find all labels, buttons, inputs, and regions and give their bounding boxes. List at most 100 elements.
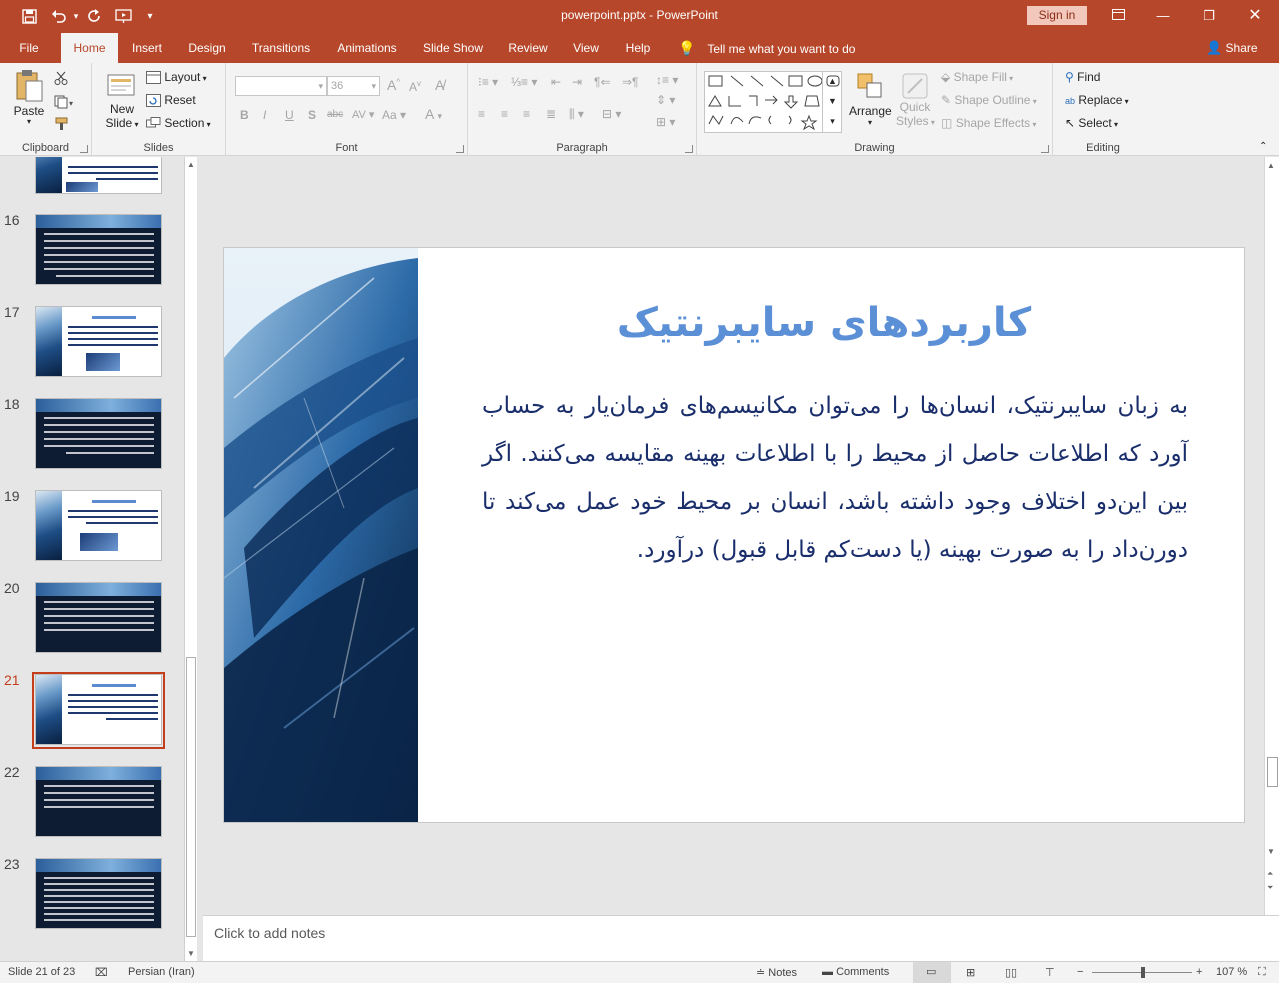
tab-animations[interactable]: Animations — [330, 33, 404, 63]
language-indicator[interactable]: Persian (Iran) — [128, 966, 195, 978]
underline-icon[interactable]: U — [285, 108, 294, 122]
minimize-icon[interactable]: — — [1153, 6, 1173, 26]
thumbnails-scrollbar[interactable]: ▲ ▼ — [184, 157, 197, 961]
scroll-down-icon[interactable]: ▼ — [187, 949, 195, 958]
scroll-up-icon[interactable]: ▲ — [187, 160, 195, 169]
text-shadow-icon[interactable]: S — [308, 108, 316, 122]
reading-view-icon[interactable]: ▯▯ — [1005, 966, 1017, 979]
font-name-combo[interactable]: ▾ — [235, 76, 327, 96]
paragraph-launcher-icon[interactable] — [685, 145, 693, 153]
zoom-level[interactable]: 107 % — [1216, 966, 1247, 978]
tab-file[interactable]: File — [8, 33, 50, 63]
slide-thumbnail[interactable] — [35, 398, 162, 469]
notes-toggle-button[interactable]: ≐ Notes — [756, 966, 797, 979]
tell-me-search[interactable]: 💡 Tell me what you want to do — [678, 33, 855, 63]
slide-thumbnail[interactable] — [35, 306, 162, 377]
decrease-indent-icon[interactable]: ⇤ — [551, 75, 561, 89]
slide-thumbnail[interactable] — [35, 582, 162, 653]
current-slide[interactable]: کاربردهای سایبرنتیک به زبان سایبرنتیک، ا… — [223, 247, 1245, 823]
left-to-right-icon[interactable]: ⇒¶ — [622, 75, 639, 89]
next-slide-icon[interactable]: ⏷ — [1267, 883, 1273, 893]
reset-button[interactable]: Reset — [146, 93, 196, 108]
increase-indent-icon[interactable]: ⇥ — [572, 75, 582, 89]
spell-check-icon[interactable]: ⌧ — [95, 966, 108, 979]
slide-thumbnail[interactable] — [35, 490, 162, 561]
convert-to-smartart-icon[interactable]: ⊞ ▾ — [656, 115, 675, 129]
shape-effects-button[interactable]: ◫ Shape Effects ▾ — [941, 116, 1036, 130]
font-color-icon[interactable]: A ▾ — [425, 106, 442, 122]
strikethrough-icon[interactable]: abc — [327, 109, 343, 120]
tab-design[interactable]: Design — [181, 33, 233, 63]
normal-view-button[interactable]: ▭ — [913, 962, 951, 983]
quick-styles-button[interactable]: Quick Styles ▾ — [896, 71, 935, 128]
bullets-icon[interactable]: ⁝≡ ▾ — [478, 75, 498, 89]
font-size-combo[interactable]: 36 ▾ — [327, 76, 380, 96]
character-spacing-icon[interactable]: AV ▾ — [352, 108, 374, 121]
shapes-more-icon[interactable]: ▲ ▼ ▾ — [822, 71, 842, 133]
zoom-in-icon[interactable]: + — [1196, 966, 1202, 978]
collapse-ribbon-icon[interactable]: ⌃ — [1259, 141, 1267, 152]
slide-title[interactable]: کاربردهای سایبرنتیک — [484, 300, 1164, 346]
slide-thumbnail[interactable] — [35, 214, 162, 285]
line-spacing-icon[interactable]: ↕≡ ▾ — [656, 73, 678, 87]
cut-icon[interactable] — [54, 71, 68, 88]
slide-show-view-icon[interactable]: ⊤ — [1045, 966, 1055, 979]
replace-button[interactable]: ab Replace ▾ — [1065, 93, 1129, 107]
align-right-icon[interactable]: ≡ — [523, 107, 530, 121]
bold-icon[interactable]: B — [240, 108, 249, 122]
right-to-left-icon[interactable]: ¶⇐ — [594, 75, 611, 89]
section-button[interactable]: Section ▾ — [146, 116, 211, 130]
tab-help[interactable]: Help — [619, 33, 657, 63]
close-icon[interactable]: ✕ — [1245, 6, 1265, 26]
scroll-down-icon[interactable]: ▼ — [1267, 847, 1275, 856]
text-direction-icon[interactable]: ⇕ ▾ — [656, 93, 675, 107]
copy-icon[interactable]: ▾ — [54, 95, 76, 112]
format-painter-icon[interactable] — [54, 117, 70, 134]
ribbon-display-options-icon[interactable] — [1108, 6, 1128, 26]
comments-toggle-button[interactable]: ▬ Comments — [822, 966, 889, 978]
restore-icon[interactable]: ❐ — [1199, 6, 1219, 26]
drawing-launcher-icon[interactable] — [1041, 145, 1049, 153]
notes-pane[interactable]: Click to add notes — [203, 915, 1279, 961]
slide-sorter-view-icon[interactable]: ⊞ — [966, 966, 975, 979]
slide-thumbnail[interactable] — [35, 157, 162, 194]
layout-button[interactable]: Layout ▾ — [146, 70, 207, 85]
previous-slide-icon[interactable]: ⏶ — [1267, 869, 1273, 879]
tab-slide-show[interactable]: Slide Show — [417, 33, 489, 63]
columns-icon[interactable]: ⫼ ▾ — [569, 107, 584, 122]
tab-home[interactable]: Home — [61, 33, 118, 64]
scroll-up-icon[interactable]: ▲ — [1267, 161, 1275, 170]
numbering-icon[interactable]: ⅓≡ ▾ — [511, 75, 537, 89]
tab-transitions[interactable]: Transitions — [245, 33, 317, 63]
paste-button[interactable]: Paste ▾ — [12, 69, 46, 127]
change-case-icon[interactable]: Aa ▾ — [382, 108, 406, 122]
slide-thumbnail[interactable] — [35, 858, 162, 929]
select-button[interactable]: ↖ Select ▾ — [1065, 116, 1118, 130]
share-button[interactable]: 👤 Share — [1206, 33, 1258, 63]
shape-outline-button[interactable]: ✎ Shape Outline ▾ — [941, 93, 1037, 107]
tab-review[interactable]: Review — [502, 33, 554, 63]
font-launcher-icon[interactable] — [456, 145, 464, 153]
tab-view[interactable]: View — [566, 33, 606, 63]
clipboard-launcher-icon[interactable] — [80, 145, 88, 153]
new-slide-button[interactable]: New Slide ▾ — [102, 71, 142, 130]
zoom-slider-thumb[interactable] — [1141, 967, 1145, 978]
fit-to-window-icon[interactable]: ⛶ — [1258, 966, 1266, 979]
align-text-icon[interactable]: ⊟ ▾ — [602, 107, 621, 121]
find-button[interactable]: ⚲ Find — [1065, 70, 1100, 84]
zoom-out-icon[interactable]: − — [1077, 966, 1083, 978]
align-left-icon[interactable]: ≡ — [478, 107, 485, 121]
slide-scrollbar[interactable]: ▲ ▼ ⏶ ⏷ — [1264, 157, 1279, 915]
sign-in-button[interactable]: Sign in — [1027, 6, 1087, 25]
decrease-font-size-icon[interactable]: Av — [409, 79, 421, 94]
clear-formatting-icon[interactable]: A̸ — [435, 77, 444, 93]
shape-fill-button[interactable]: ⬙ Shape Fill ▾ — [941, 70, 1013, 84]
align-center-icon[interactable]: ≡ — [501, 107, 508, 121]
scrollbar-thumb[interactable] — [1267, 757, 1278, 787]
slide-body-text[interactable]: به زبان سایبرنتیک، انسان‌ها را می‌توان م… — [482, 382, 1188, 574]
slide-thumbnail[interactable] — [35, 766, 162, 837]
tab-insert[interactable]: Insert — [124, 33, 170, 63]
scrollbar-thumb[interactable] — [186, 657, 196, 937]
increase-font-size-icon[interactable]: A^ — [387, 77, 400, 93]
justify-icon[interactable]: ≣ — [546, 107, 556, 121]
